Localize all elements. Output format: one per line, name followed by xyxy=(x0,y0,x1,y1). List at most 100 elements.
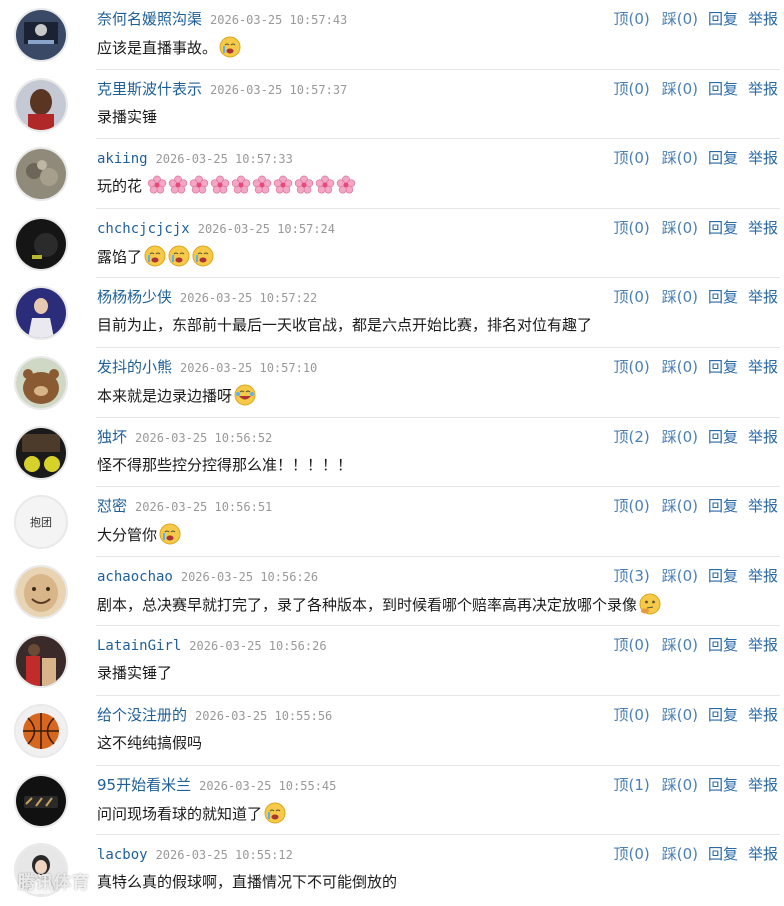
avatar[interactable] xyxy=(14,8,68,62)
upvote-button[interactable]: 顶(0) xyxy=(613,149,649,167)
upvote-button[interactable]: 顶(2) xyxy=(613,428,649,446)
report-button[interactable]: 举报 xyxy=(748,428,778,446)
upvote-button[interactable]: 顶(1) xyxy=(613,776,649,794)
flower-emoji-icon xyxy=(231,175,250,194)
downvote-button[interactable]: 踩(0) xyxy=(662,219,698,237)
reply-button[interactable]: 回复 xyxy=(708,80,738,98)
avatar[interactable] xyxy=(14,564,68,619)
upvote-button[interactable]: 顶(0) xyxy=(613,497,649,515)
comment-item: 95开始看米兰 2026-03-25 10:55:45 顶(1) 踩(0) 回复 举报 … xyxy=(0,766,784,836)
username[interactable]: 杨杨杨少侠 xyxy=(97,288,172,306)
reply-button[interactable]: 回复 xyxy=(708,776,738,794)
report-button[interactable]: 举报 xyxy=(748,845,778,863)
report-button[interactable]: 举报 xyxy=(748,706,778,724)
avatar[interactable] xyxy=(14,77,68,132)
comment-item: 抱团 怼密 2026-03-25 10:56:51 顶(0) 踩(0) 回复 举报 大分… xyxy=(0,487,784,557)
comment-text: 录播实锤 xyxy=(97,107,158,126)
reply-button[interactable]: 回复 xyxy=(708,567,738,585)
reply-button[interactable]: 回复 xyxy=(708,219,738,237)
avatar[interactable]: 抱团 xyxy=(14,495,68,550)
comment-time: 2026-03-25 10:56:26 xyxy=(189,639,327,654)
flower-emoji-icon xyxy=(168,175,187,194)
username[interactable]: 怼密 xyxy=(97,497,127,515)
comment-text: 本来就是边录边播呀 xyxy=(97,384,256,407)
downvote-button[interactable]: 踩(0) xyxy=(662,706,698,724)
reply-button[interactable]: 回复 xyxy=(708,149,738,167)
upvote-button[interactable]: 顶(0) xyxy=(613,358,649,376)
report-button[interactable]: 举报 xyxy=(748,358,778,376)
avatar[interactable] xyxy=(14,355,68,410)
comment-text: 露馅了 xyxy=(97,245,214,268)
report-button[interactable]: 举报 xyxy=(748,10,778,28)
downvote-button[interactable]: 踩(0) xyxy=(662,776,698,794)
comment-text: 目前为止，东部前十最后一天收官战，都是六点开始比赛，排名对位有趣了 xyxy=(97,316,593,335)
report-button[interactable]: 举报 xyxy=(748,288,778,306)
downvote-button[interactable]: 踩(0) xyxy=(662,567,698,585)
downvote-button[interactable]: 踩(0) xyxy=(662,497,698,515)
upvote-button[interactable]: 顶(0) xyxy=(613,219,649,237)
downvote-button[interactable]: 踩(0) xyxy=(662,10,698,28)
username[interactable]: lacboy xyxy=(97,847,148,863)
avatar[interactable] xyxy=(14,286,68,341)
reply-button[interactable]: 回复 xyxy=(708,497,738,515)
downvote-button[interactable]: 踩(0) xyxy=(662,149,698,167)
comment-item: LatainGirl 2026-03-25 10:56:26 顶(0) 踩(0) 回复… xyxy=(0,626,784,696)
report-button[interactable]: 举报 xyxy=(748,219,778,237)
username[interactable]: chchcjcjcjx xyxy=(97,221,190,237)
upvote-button[interactable]: 顶(0) xyxy=(613,845,649,863)
upvote-button[interactable]: 顶(0) xyxy=(613,10,649,28)
username[interactable]: 克里斯波什表示 xyxy=(97,80,202,98)
reply-button[interactable]: 回复 xyxy=(708,845,738,863)
downvote-button[interactable]: 踩(0) xyxy=(662,288,698,306)
comment-text: 问问现场看球的就知道了 xyxy=(97,802,286,825)
downvote-button[interactable]: 踩(0) xyxy=(662,845,698,863)
upvote-button[interactable]: 顶(0) xyxy=(613,636,649,654)
username[interactable]: 奈何名媛照沟渠 xyxy=(97,10,202,28)
flower-emoji-icon xyxy=(252,175,271,194)
downvote-button[interactable]: 踩(0) xyxy=(662,636,698,654)
avatar[interactable] xyxy=(14,703,68,758)
avatar[interactable] xyxy=(14,425,68,480)
report-button[interactable]: 举报 xyxy=(748,636,778,654)
reply-button[interactable]: 回复 xyxy=(708,706,738,724)
comment-text: 录播实锤了 xyxy=(97,664,173,683)
thinking-emoji-icon xyxy=(639,593,661,615)
reply-button[interactable]: 回复 xyxy=(708,358,738,376)
reply-button[interactable]: 回复 xyxy=(708,428,738,446)
upvote-button[interactable]: 顶(0) xyxy=(613,80,649,98)
downvote-button[interactable]: 踩(0) xyxy=(662,358,698,376)
avatar[interactable] xyxy=(14,216,68,271)
comment-time: 2026-03-25 10:56:26 xyxy=(180,569,319,584)
flower-emoji-icon xyxy=(336,175,355,194)
comment-item: lacboy 2026-03-25 10:55:12 顶(0) 踩(0) 回复 举报 真… xyxy=(0,835,784,905)
username[interactable]: akiing xyxy=(97,151,148,167)
upvote-button[interactable]: 顶(0) xyxy=(613,288,649,306)
comment-text: 玩的花 xyxy=(97,175,357,197)
username[interactable]: achaochao xyxy=(97,569,173,585)
report-button[interactable]: 举报 xyxy=(748,567,778,585)
comment-time: 2026-03-25 10:57:37 xyxy=(210,82,348,97)
report-button[interactable]: 举报 xyxy=(748,80,778,98)
comment-time: 2026-03-25 10:55:56 xyxy=(195,708,333,723)
upvote-button[interactable]: 顶(0) xyxy=(613,706,649,724)
avatar[interactable] xyxy=(14,147,68,202)
downvote-button[interactable]: 踩(0) xyxy=(662,428,698,446)
crying-emoji-icon xyxy=(219,36,241,58)
reply-button[interactable]: 回复 xyxy=(708,288,738,306)
report-button[interactable]: 举报 xyxy=(748,149,778,167)
username[interactable]: LatainGirl xyxy=(97,638,181,654)
username[interactable]: 给个没注册的 xyxy=(97,706,187,724)
username[interactable]: 95开始看米兰 xyxy=(97,776,191,794)
username[interactable]: 发抖的小熊 xyxy=(97,358,172,376)
crying-emoji-icon xyxy=(159,523,181,545)
username[interactable]: 独坏 xyxy=(97,428,127,446)
report-button[interactable]: 举报 xyxy=(748,776,778,794)
reply-button[interactable]: 回复 xyxy=(708,10,738,28)
avatar[interactable] xyxy=(14,634,68,689)
upvote-button[interactable]: 顶(3) xyxy=(613,567,649,585)
report-button[interactable]: 举报 xyxy=(748,497,778,515)
downvote-button[interactable]: 踩(0) xyxy=(662,80,698,98)
avatar[interactable] xyxy=(14,773,68,828)
comment-time: 2026-03-25 10:57:33 xyxy=(155,152,293,167)
reply-button[interactable]: 回复 xyxy=(708,636,738,654)
